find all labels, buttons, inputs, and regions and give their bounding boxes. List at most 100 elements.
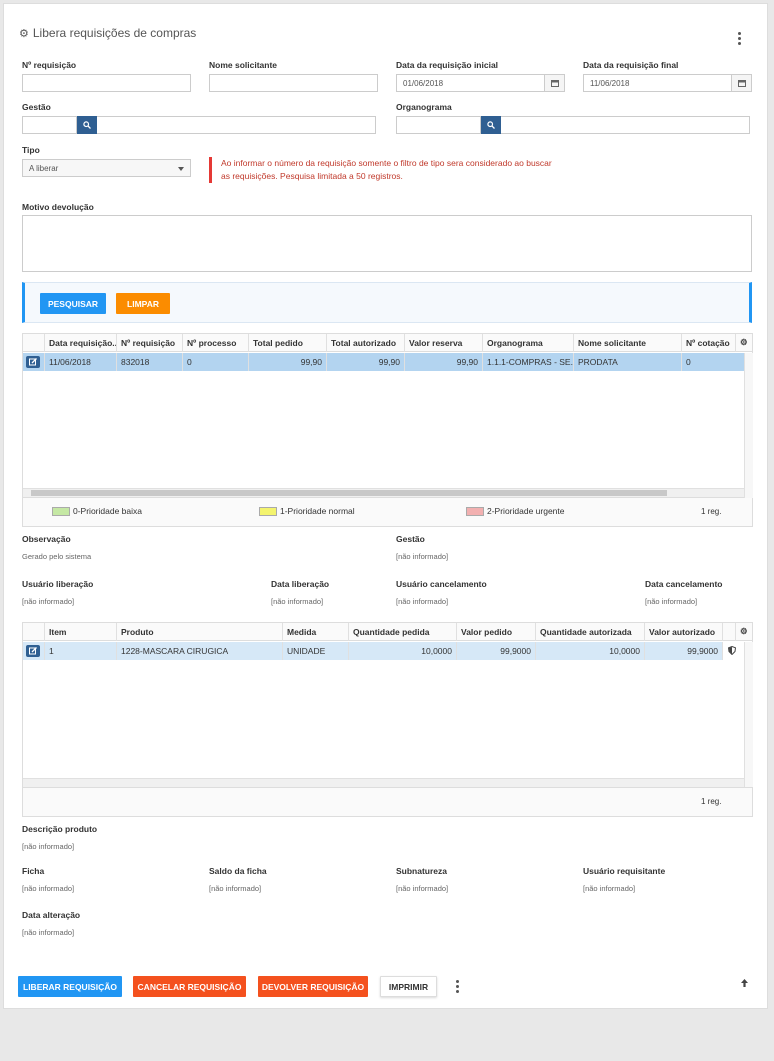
- legend-item: 0-Prioridade baixa: [52, 506, 142, 517]
- legend-label: 2-Prioridade urgente: [487, 506, 565, 516]
- gestao-info-value: [não informado]: [396, 552, 449, 561]
- gestao-info-label: Gestão: [396, 534, 425, 544]
- cell-item: 1: [45, 642, 117, 660]
- col-medida[interactable]: Medida: [283, 623, 349, 641]
- calendar-icon[interactable]: [544, 75, 564, 91]
- col-total-pedido[interactable]: Total pedido: [249, 334, 327, 352]
- calendar-icon[interactable]: [731, 75, 751, 91]
- main-card: ⚙ Libera requisições de compras Nº requi…: [3, 3, 768, 1009]
- legend-swatch: [52, 507, 70, 517]
- limpar-button[interactable]: LIMPAR: [116, 293, 170, 314]
- more-options-icon[interactable]: [737, 32, 741, 45]
- col-produto[interactable]: Produto: [117, 623, 283, 641]
- cell-valor-autorizado: 99,9000: [645, 642, 723, 660]
- tipo-select[interactable]: A liberar: [22, 159, 191, 177]
- gestao-desc-input[interactable]: [76, 116, 376, 134]
- shield-icon[interactable]: [723, 642, 744, 660]
- col-item[interactable]: Item: [45, 623, 117, 641]
- vertical-scrollbar[interactable]: [744, 642, 753, 787]
- col-numero-cotacao[interactable]: Nº cotação: [682, 334, 736, 352]
- horizontal-scrollbar[interactable]: [23, 488, 744, 497]
- cell-organograma: 1.1.1-COMPRAS - SE...: [483, 353, 574, 371]
- descricao-produto-value: [não informado]: [22, 842, 75, 851]
- record-count: 1 reg.: [701, 797, 722, 806]
- saldo-ficha-label: Saldo da ficha: [209, 866, 267, 876]
- legend-item: 2-Prioridade urgente: [466, 506, 565, 517]
- chevron-down-icon: [178, 167, 184, 171]
- col-total-autorizado[interactable]: Total autorizado: [327, 334, 405, 352]
- data-cancelamento-label: Data cancelamento: [645, 579, 723, 589]
- organograma-code-input[interactable]: [396, 116, 481, 134]
- liberar-requisicao-button[interactable]: LIBERAR REQUISIÇÃO: [18, 976, 122, 997]
- data-alteracao-label: Data alteração: [22, 910, 81, 920]
- col-nome-solicitante[interactable]: Nome solicitante: [574, 334, 682, 352]
- data-alteracao-value: [não informado]: [22, 928, 75, 937]
- subnatureza-label: Subnatureza: [396, 866, 448, 876]
- legend-swatch: [466, 507, 484, 517]
- usuario-cancelamento-value: [não informado]: [396, 597, 449, 606]
- data-inicial-label: Data da requisição inicial: [396, 60, 499, 70]
- horizontal-scrollbar[interactable]: [23, 778, 744, 787]
- imprimir-button[interactable]: IMPRIMIR: [380, 976, 437, 997]
- numero-req-label: Nº requisição: [22, 60, 77, 70]
- motivo-textarea[interactable]: [22, 215, 752, 272]
- grid-header: Data requisição... Nº requisição Nº proc…: [23, 334, 752, 352]
- col-numero-requisicao[interactable]: Nº requisição: [117, 334, 183, 352]
- edit-icon[interactable]: [26, 356, 40, 368]
- gestao-label: Gestão: [22, 102, 51, 112]
- col-valor-autorizado[interactable]: Valor autorizado: [645, 623, 723, 641]
- scrollbar-thumb[interactable]: [31, 490, 667, 496]
- legend-swatch: [259, 507, 277, 517]
- tipo-label: Tipo: [22, 145, 40, 155]
- cell-produto: 1228-MASCARA CIRUGICA: [117, 642, 283, 660]
- tipo-select-value: A liberar: [29, 164, 59, 173]
- search-icon[interactable]: [481, 116, 501, 134]
- vertical-scrollbar[interactable]: [744, 353, 753, 498]
- col-organograma[interactable]: Organograma: [483, 334, 574, 352]
- itens-grid: Item Produto Medida Quantidade pedida Va…: [22, 622, 753, 788]
- pesquisar-button[interactable]: PESQUISAR: [40, 293, 106, 314]
- col-valor-reserva[interactable]: Valor reserva: [405, 334, 483, 352]
- devolver-requisicao-button[interactable]: DEVOLVER REQUISIÇÃO: [258, 976, 368, 997]
- more-options-icon[interactable]: [455, 980, 459, 993]
- col-quantidade-pedida[interactable]: Quantidade pedida: [349, 623, 457, 641]
- record-count: 1 reg.: [701, 507, 722, 516]
- cancelar-requisicao-button[interactable]: CANCELAR REQUISIÇÃO: [133, 976, 246, 997]
- cell-quantidade-pedida: 10,0000: [349, 642, 457, 660]
- usuario-requisitante-value: [não informado]: [583, 884, 636, 893]
- data-final-input[interactable]: 11/06/2018: [583, 74, 752, 92]
- data-liberacao-value: [não informado]: [271, 597, 324, 606]
- cell-medida: UNIDADE: [283, 642, 349, 660]
- col-data-requisicao[interactable]: Data requisição...: [45, 334, 117, 352]
- gear-icon[interactable]: ⚙: [736, 623, 753, 641]
- cell-numero-cotacao: 0: [686, 357, 691, 367]
- table-row[interactable]: 11/06/2018 832018 0 99,90 99,90 99,90 1.…: [23, 353, 744, 371]
- subnatureza-value: [não informado]: [396, 884, 449, 893]
- grid-footer: 1 reg.: [22, 788, 753, 817]
- data-liberacao-label: Data liberação: [271, 579, 330, 589]
- cell-data: 11/06/2018: [45, 353, 117, 371]
- data-final-label: Data da requisição final: [583, 60, 679, 70]
- nome-solicitante-input[interactable]: [209, 74, 378, 92]
- col-valor-pedido[interactable]: Valor pedido: [457, 623, 536, 641]
- gestao-code-input[interactable]: [22, 116, 77, 134]
- table-row[interactable]: 1 1228-MASCARA CIRUGICA UNIDADE 10,0000 …: [23, 642, 744, 660]
- search-icon[interactable]: [77, 116, 97, 134]
- col-quantidade-autorizada[interactable]: Quantidade autorizada: [536, 623, 645, 641]
- legend-bar: 0-Prioridade baixa 1-Prioridade normal 2…: [22, 498, 753, 527]
- ficha-label: Ficha: [22, 866, 45, 876]
- saldo-ficha-value: [não informado]: [209, 884, 262, 893]
- observacao-value: Gerado pelo sistema: [22, 552, 92, 561]
- edit-icon[interactable]: [26, 645, 40, 657]
- descricao-produto-label: Descrição produto: [22, 824, 98, 834]
- data-inicial-input[interactable]: 01/06/2018: [396, 74, 565, 92]
- page-title: ⚙ Libera requisições de compras: [19, 26, 196, 40]
- numero-req-input[interactable]: [22, 74, 191, 92]
- organograma-desc-input[interactable]: [480, 116, 750, 134]
- observacao-label: Observação: [22, 534, 71, 544]
- arrow-up-icon[interactable]: [740, 978, 749, 991]
- cell-quantidade-autorizada: 10,0000: [536, 642, 645, 660]
- gear-icon[interactable]: ⚙: [736, 334, 753, 352]
- col-numero-processo[interactable]: Nº processo: [183, 334, 249, 352]
- organograma-label: Organograma: [396, 102, 452, 112]
